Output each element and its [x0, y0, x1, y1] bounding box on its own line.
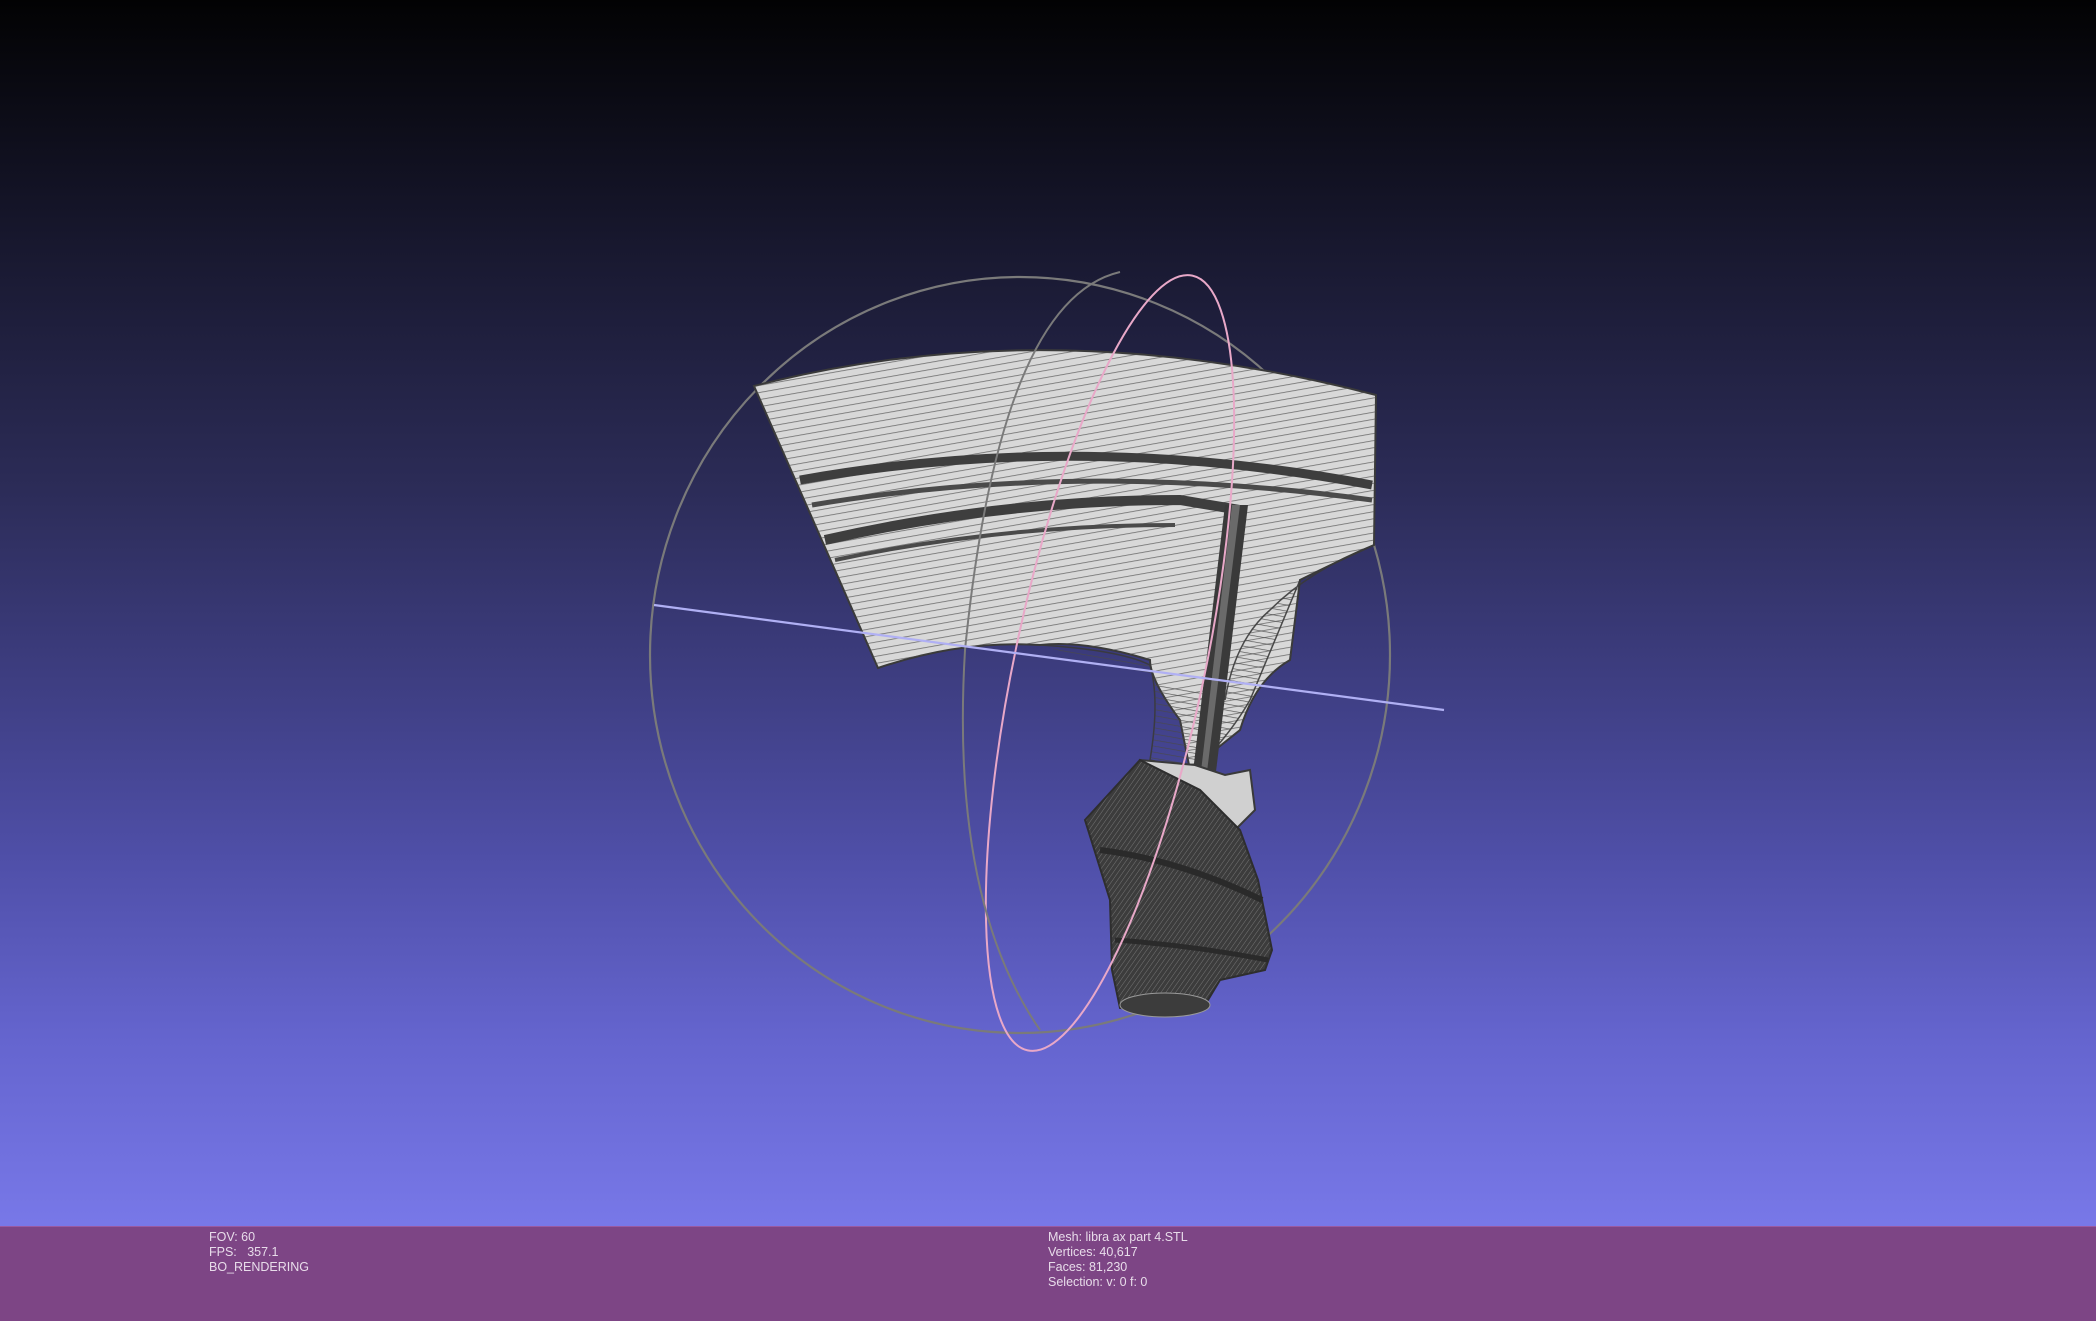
fps-label: FPS: 357.1 — [209, 1245, 279, 1259]
render-info: FOV: 60 FPS: 357.1 BO_RENDERING — [209, 1230, 309, 1275]
scene-canvas[interactable] — [0, 0, 2096, 1226]
selection-label: Selection: v: 0 f: 0 — [1048, 1275, 1148, 1289]
rendering-mode-label: BO_RENDERING — [209, 1260, 310, 1274]
status-bar: FOV: 60 FPS: 357.1 BO_RENDERING Mesh: li… — [0, 1226, 2096, 1321]
3d-viewport[interactable] — [0, 0, 2096, 1226]
mesh-model — [752, 349, 1378, 1018]
faces-label: Faces: 81,230 — [1048, 1260, 1128, 1274]
mesh-info: Mesh: libra ax part 4.STL Vertices: 40,6… — [1048, 1230, 1188, 1290]
mesh-name-label: Mesh: libra ax part 4.STL — [1048, 1230, 1188, 1244]
vertices-label: Vertices: 40,617 — [1048, 1245, 1138, 1259]
fov-label: FOV: 60 — [209, 1230, 256, 1244]
